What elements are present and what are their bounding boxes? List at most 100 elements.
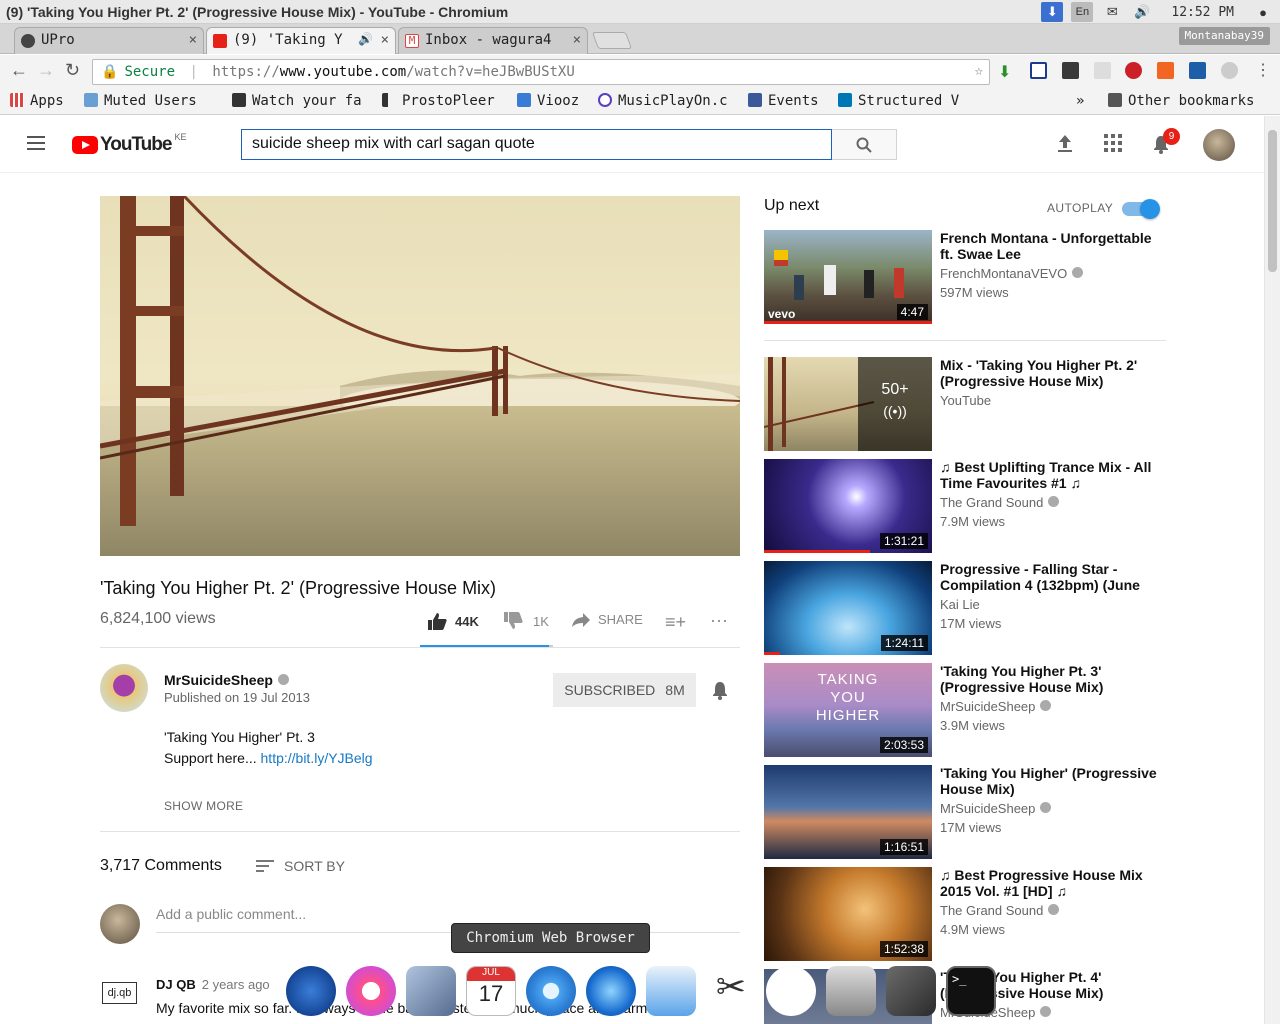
video-thumbnail[interactable]: 1:24:11 [764,561,932,655]
profile-name-button[interactable]: Montanabay39 [1178,27,1270,45]
bookmark-musicplayon[interactable]: MusicPlayOn.c [598,93,736,109]
youtube-logo[interactable]: YouTube KE [72,132,186,156]
scrollbar-thumb[interactable] [1268,130,1277,272]
search-button[interactable] [832,129,897,160]
tab-gmail[interactable]: M Inbox - wagura4 × [398,27,588,54]
dock-terminal-icon[interactable]: >_ [946,966,996,1016]
sort-by-button[interactable]: SORT BY [256,857,345,875]
video-item-title[interactable]: 'Taking You Higher Pt. 3' (Progressive H… [940,663,1160,695]
video-thumbnail[interactable]: 1:52:38 [764,867,932,961]
video-thumbnail[interactable]: 50+ ((•)) [764,357,932,451]
video-item-title[interactable]: Progressive - Falling Star - Compilation… [940,561,1160,593]
show-more-button[interactable]: SHOW MORE [164,799,243,813]
dock-trash-icon[interactable] [826,966,876,1016]
add-comment-input[interactable]: Add a public comment... [156,906,740,933]
bookmark-muted-users[interactable]: Muted Users [84,93,197,109]
account-avatar[interactable] [1203,129,1235,161]
pinterest-extension-icon[interactable] [1125,62,1142,79]
mail-icon[interactable]: ✉ [1101,2,1123,22]
address-bar[interactable]: 🔒 Secure | https://www.youtube.com/watch?… [92,59,990,85]
up-next-video[interactable]: TAKING YOU HIGHER 2:03:53 'Taking You Hi… [764,663,1166,757]
bookmark-structured[interactable]: Structured V [838,93,976,109]
support-link[interactable]: http://bit.ly/YJBelg [261,750,373,766]
forward-arrow-icon[interactable]: → [37,60,55,81]
add-to-playlist-icon[interactable]: ≡+ [665,612,686,633]
dock-clock-icon[interactable] [766,966,816,1016]
li-extension-icon[interactable] [1189,62,1206,79]
volume-icon[interactable]: 🔊 [1131,2,1153,22]
autoplay-toggle[interactable] [1122,199,1160,219]
video-thumbnail[interactable]: vevo 4:47 [764,230,932,324]
new-tab-button[interactable] [591,32,633,49]
dock-quicktime-icon[interactable] [586,966,636,1016]
tab-youtube[interactable]: (9) 'Taking Y 🔊 × [206,27,396,54]
menu-kebab-icon[interactable]: ⋮ [1255,60,1271,80]
commenter-avatar[interactable]: dj.qb [102,982,137,1004]
dock-finder-window-icon[interactable] [646,966,696,1016]
search-input[interactable]: suicide sheep mix with carl sagan quote [241,129,832,160]
bookmarks-overflow-button[interactable]: » [1076,93,1084,109]
channel-notification-bell-icon[interactable] [711,680,729,705]
close-tab-icon[interactable]: × [381,32,389,48]
video-player[interactable] [100,196,740,556]
reload-icon[interactable]: ↻ [65,60,80,81]
video-thumbnail[interactable]: 1:16:51 [764,765,932,859]
video-thumbnail[interactable]: TAKING YOU HIGHER 2:03:53 [764,663,932,757]
bookmark-prostopleer[interactable]: ProstoPleer [382,93,495,109]
up-next-video[interactable]: vevo 4:47 French Montana - Unforgettable… [764,230,1166,324]
dock-photo-icon[interactable] [886,966,936,1016]
up-next-video[interactable]: 1:24:11 Progressive - Falling Star - Com… [764,561,1166,655]
dock-itunes-icon[interactable] [346,966,396,1016]
system-clock[interactable]: 12:52 PM [1171,5,1234,20]
page-scrollbar[interactable] [1264,116,1280,1024]
keyboard-layout-indicator[interactable]: En [1071,2,1094,22]
download-indicator-icon[interactable]: ⬇ [1041,2,1064,22]
other-bookmarks[interactable]: Other bookmarks [1108,93,1254,109]
close-tab-icon[interactable]: × [573,32,581,48]
more-actions-icon[interactable]: ··· [710,610,728,631]
guide-menu-icon[interactable] [27,136,45,154]
share-button[interactable]: SHARE [572,612,643,627]
audio-playing-icon[interactable]: 🔊 [358,32,373,46]
subscribed-button[interactable]: SUBSCRIBED 8M [553,673,696,707]
bookmark-viooz[interactable]: Viooz [517,93,579,109]
up-next-mix-playlist[interactable]: 50+ ((•)) Mix - 'Taking You Higher Pt. 2… [764,357,1166,451]
dock-calendar-icon[interactable]: JUL 17 [466,966,516,1016]
up-next-video[interactable]: 1:52:38 ♫ Best Progressive House Mix 201… [764,867,1166,961]
video-item-title[interactable]: Mix - 'Taking You Higher Pt. 2' (Progres… [940,357,1160,389]
m-extension-icon[interactable] [1062,62,1079,79]
apps-grid-icon[interactable] [1102,134,1124,156]
comment-count: 3,717 Comments [100,857,222,874]
orange-extension-icon[interactable] [1157,62,1174,79]
bookmark-events[interactable]: Events [748,93,819,109]
close-tab-icon[interactable]: × [189,32,197,48]
dock-scissors-icon[interactable]: ✂ [706,966,756,1016]
dock-thunderbird-icon[interactable] [286,966,336,1016]
video-thumbnail[interactable]: 1:31:21 [764,459,932,553]
rocket-extension-icon[interactable] [1094,62,1111,79]
bookmark-star-icon[interactable]: ☆ [975,63,983,79]
like-button[interactable]: 44K [427,612,479,630]
apple-menu-icon[interactable]: ● [1252,2,1274,22]
up-next-video[interactable]: 1:16:51 'Taking You Higher' (Progressive… [764,765,1166,859]
comment-author[interactable]: DJ QB 2 years ago [156,977,270,992]
video-item-title[interactable]: ♫ Best Uplifting Trance Mix - All Time F… [940,459,1160,491]
dock-chromium-icon[interactable] [526,966,576,1016]
tab-upro[interactable]: UPro × [14,27,204,54]
bookmark-apps[interactable]: Apps [10,93,64,109]
back-arrow-icon[interactable]: ← [10,60,28,81]
channel-name[interactable]: MrSuicideSheep [164,672,289,688]
upload-icon[interactable] [1054,134,1076,156]
video-item-title[interactable]: ♫ Best Progressive House Mix 2015 Vol. #… [940,867,1160,899]
channel-text: MrSuicideSheep [940,699,1036,714]
dislike-button[interactable]: 1K [503,612,549,630]
angular-extension-icon[interactable] [1221,62,1238,79]
up-next-video[interactable]: 1:31:21 ♫ Best Uplifting Trance Mix - Al… [764,459,1166,553]
video-item-title[interactable]: French Montana - Unforgettable ft. Swae … [940,230,1160,262]
video-item-title[interactable]: 'Taking You Higher' (Progressive House M… [940,765,1160,797]
dock-image-viewer-icon[interactable] [406,966,456,1016]
download-extension-icon[interactable]: ⬇ [998,62,1015,81]
bookmark-watch-your[interactable]: Watch your fa [232,93,372,109]
channel-avatar[interactable] [100,664,148,712]
n-extension-icon[interactable] [1030,62,1047,79]
